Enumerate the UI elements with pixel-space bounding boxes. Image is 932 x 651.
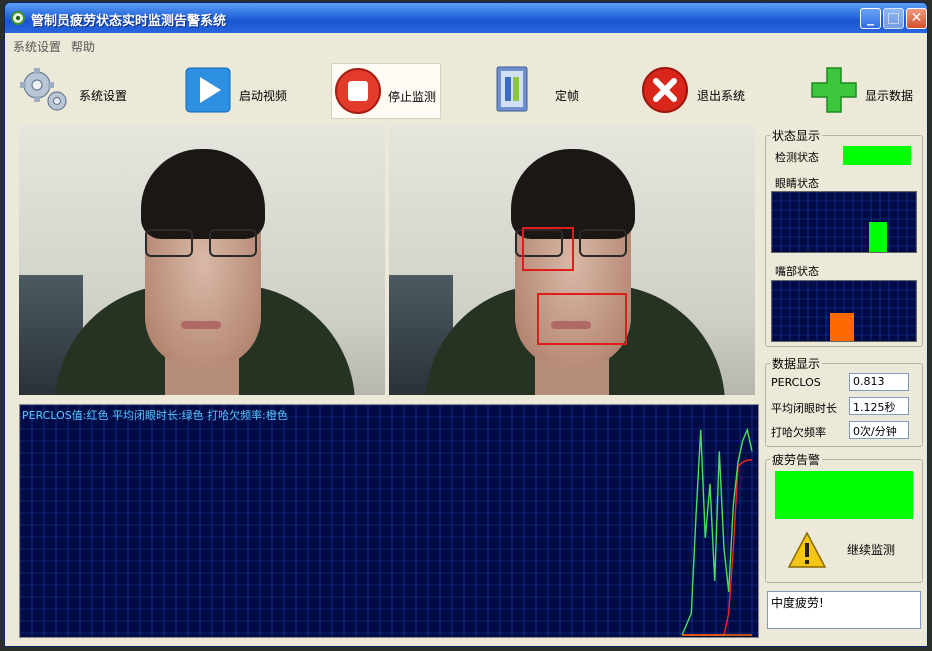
- eye-detection-box: [522, 227, 574, 271]
- film-frame-icon: [496, 66, 528, 112]
- menu-help[interactable]: 帮助: [71, 38, 95, 55]
- exit-x-icon: [642, 67, 688, 113]
- perclos-value-field[interactable]: 0.813: [849, 373, 909, 391]
- mouth-status-bar: [830, 313, 854, 341]
- plus-icon: [811, 67, 857, 113]
- perclos-label: PERCLOS: [771, 376, 821, 389]
- detect-status-label: 检测状态: [775, 151, 819, 164]
- yawn-frequency-field[interactable]: 0次/分钟: [849, 421, 909, 439]
- chart-legend: PERCLOS值:红色 平均闭眼时长:绿色 打哈欠频率:橙色: [22, 409, 288, 422]
- maximize-button[interactable]: □: [883, 8, 904, 29]
- series-line-1: [681, 427, 753, 636]
- exit-button[interactable]: 退出系统: [641, 63, 751, 119]
- eye-app-icon: [11, 11, 25, 25]
- closure-duration-field[interactable]: 1.125秒: [849, 397, 909, 415]
- window-title: 管制员疲劳状态实时监测告警系统: [31, 14, 227, 29]
- freeze-frame-button[interactable]: 定帧: [489, 63, 589, 119]
- start-video-button[interactable]: 启动视频: [183, 63, 293, 119]
- freeze-frame-label: 定帧: [555, 89, 580, 103]
- detection-video-view: [389, 125, 755, 395]
- alarm-indicator: [775, 471, 913, 519]
- mouth-status-label: 嘴部状态: [775, 265, 819, 278]
- mouth-status-chart: [771, 280, 917, 342]
- start-video-label: 启动视频: [239, 89, 288, 103]
- alarm-message-box[interactable]: 中度疲劳!: [767, 591, 921, 629]
- eye-status-chart: [771, 191, 917, 253]
- detect-status-indicator: [843, 146, 911, 165]
- minimize-button[interactable]: _: [860, 8, 881, 29]
- show-data-label: 显示数据: [865, 89, 914, 103]
- settings-button[interactable]: 系统设置: [19, 63, 129, 119]
- yawn-frequency-label: 打哈欠频率: [771, 426, 826, 439]
- status-group-title: 状态显示: [772, 129, 821, 143]
- raw-video-view: [19, 125, 385, 395]
- gears-icon: [20, 68, 67, 111]
- closure-duration-label: 平均闭眼时长: [771, 402, 837, 415]
- close-button[interactable]: ✕: [906, 8, 927, 29]
- continue-monitor-button[interactable]: 继续监测: [847, 541, 895, 558]
- settings-label: 系统设置: [79, 89, 128, 103]
- exit-label: 退出系统: [697, 89, 746, 103]
- data-group-title: 数据显示: [772, 357, 821, 371]
- mouth-detection-box: [537, 293, 627, 345]
- menu-system-settings[interactable]: 系统设置: [13, 38, 61, 55]
- stop-monitor-label: 停止监测: [388, 90, 437, 104]
- title-bar[interactable]: 管制员疲劳状态实时监测告警系统 _ □ ✕: [5, 3, 927, 33]
- app-window: 管制员疲劳状态实时监测告警系统 _ □ ✕ 系统设置 帮助 系统设置 启动视频 …: [4, 2, 928, 647]
- eye-status-label: 眼睛状态: [775, 177, 819, 190]
- alarm-group-title: 疲劳告警: [772, 453, 821, 467]
- stop-icon: [335, 68, 381, 114]
- menu-bar: 系统设置 帮助: [5, 33, 927, 55]
- stop-monitor-button[interactable]: 停止监测: [331, 63, 441, 119]
- eye-status-bar: [869, 222, 887, 252]
- warning-icon: [787, 531, 827, 568]
- show-data-button[interactable]: 显示数据: [807, 63, 917, 119]
- fatigue-trend-chart: PERCLOS值:红色 平均闭眼时长:绿色 打哈欠频率:橙色: [19, 404, 759, 638]
- play-icon: [185, 67, 231, 113]
- fatigue-trend-plot: [20, 405, 758, 637]
- toolbar: 系统设置 启动视频 停止监测 定帧 退出系统 显示数据: [5, 59, 927, 123]
